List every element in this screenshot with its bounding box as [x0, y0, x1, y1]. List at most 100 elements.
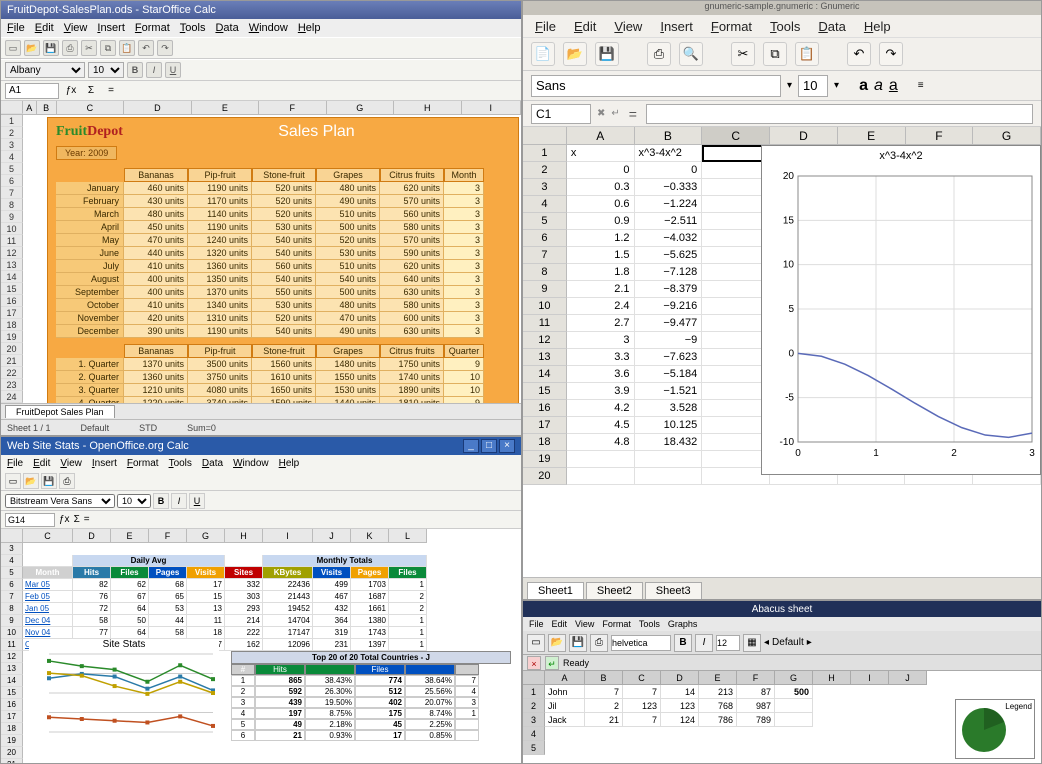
col-header[interactable]: A [567, 127, 635, 145]
redo-icon[interactable]: ↷ [879, 42, 903, 66]
menu-format[interactable]: Format [127, 458, 159, 469]
col-header[interactable]: E [192, 101, 259, 114]
menubar[interactable]: FileEditViewInsertFormatToolsDataWindowH… [1, 455, 521, 471]
row-header[interactable]: 10 [1, 223, 23, 235]
col-header[interactable]: F [906, 127, 974, 145]
menu-insert[interactable]: Insert [92, 458, 117, 469]
standard-toolbar[interactable]: 📄 📂 💾 ⎙ 🔍 ✂ ⧉ 📋 ↶ ↷ [523, 37, 1041, 71]
maximize-icon[interactable]: □ [481, 439, 497, 453]
italic-icon[interactable]: I [695, 634, 713, 652]
col-header[interactable]: B [37, 101, 57, 114]
cut-icon[interactable]: ✂ [81, 40, 97, 56]
sheet-tab[interactable]: Sheet1 [527, 582, 584, 599]
open-icon[interactable]: 📂 [23, 473, 39, 489]
menu-tools[interactable]: Tools [639, 619, 660, 629]
col-header[interactable]: C [23, 529, 73, 543]
fontsize-select[interactable]: 10 [117, 494, 151, 508]
col-header[interactable]: F [259, 101, 326, 114]
col-header[interactable]: D [73, 529, 111, 543]
open-icon[interactable]: 📂 [563, 42, 587, 66]
save-icon[interactable]: 💾 [41, 473, 57, 489]
col-header[interactable]: H [813, 671, 851, 685]
menu-format[interactable]: Format [135, 22, 170, 34]
row-header[interactable]: 13 [1, 259, 23, 271]
sum-icon[interactable]: Σ [74, 514, 80, 525]
formula-input[interactable] [646, 104, 1033, 124]
menu-file[interactable]: File [529, 619, 544, 629]
menu-view[interactable]: View [614, 19, 642, 34]
row-header[interactable]: 20 [1, 343, 23, 355]
bold-icon[interactable]: B [674, 634, 692, 652]
menu-data[interactable]: Data [818, 19, 845, 34]
pie-chart[interactable]: Legend [955, 699, 1035, 759]
new-icon[interactable]: 📄 [531, 42, 555, 66]
bold-icon[interactable]: B [127, 62, 143, 78]
col-header[interactable]: C [57, 101, 124, 114]
row-header[interactable]: 19 [1, 331, 23, 343]
col-header[interactable]: E [838, 127, 906, 145]
menu-edit[interactable]: Edit [35, 22, 54, 34]
italic-icon[interactable]: I [146, 62, 162, 78]
fontsize-select[interactable] [798, 75, 828, 97]
menu-help[interactable]: Help [864, 19, 891, 34]
row-header[interactable]: 2 [1, 127, 23, 139]
format-toolbar[interactable]: Albany 10 B I U [1, 59, 521, 81]
col-header[interactable]: C [623, 671, 661, 685]
fx-icon[interactable]: ƒx [63, 85, 79, 96]
row-header[interactable]: 6 [1, 175, 23, 187]
row-header[interactable]: 4 [1, 151, 23, 163]
row-header[interactable]: 17 [1, 307, 23, 319]
spreadsheet-grid[interactable]: ABCDEFGHI 123456789101112131415161718192… [1, 101, 521, 403]
row-header[interactable]: 9 [1, 211, 23, 223]
row-header[interactable]: 22 [1, 367, 23, 379]
menubar[interactable]: FileEditViewInsertFormatToolsDataHelp [523, 15, 1041, 37]
cell-reference[interactable] [5, 83, 59, 99]
sheet-tabs[interactable]: FruitDepot Sales Plan [1, 403, 521, 419]
menu-data[interactable]: Data [202, 458, 223, 469]
menu-edit[interactable]: Edit [574, 19, 596, 34]
row-header[interactable]: 3 [1, 139, 23, 151]
spreadsheet-grid[interactable]: CDEFGHIJKL 34Daily AvgMonthly Totals5Mon… [1, 529, 521, 763]
dropdown-icon[interactable]: ▾ [834, 80, 839, 91]
col-header[interactable]: A [545, 671, 585, 685]
row-header[interactable]: 24 [1, 391, 23, 403]
menu-format[interactable]: Format [711, 19, 752, 34]
redo-icon[interactable]: ↷ [157, 40, 173, 56]
col-header[interactable]: G [775, 671, 813, 685]
font-select[interactable] [611, 635, 671, 651]
bold-icon[interactable]: a [859, 77, 868, 95]
col-header[interactable]: B [635, 127, 703, 145]
menu-file[interactable]: File [7, 22, 25, 34]
open-icon[interactable]: 📂 [548, 634, 566, 652]
preview-icon[interactable]: 🔍 [679, 42, 703, 66]
row-header[interactable]: 23 [1, 379, 23, 391]
chart[interactable]: x^3-4x^2 -10-5051015200123 [761, 145, 1041, 475]
col-header[interactable]: D [124, 101, 191, 114]
menu-file[interactable]: File [7, 458, 23, 469]
fontsize-select[interactable]: 10 [88, 62, 124, 78]
sheet-tab[interactable]: FruitDepot Sales Plan [5, 405, 115, 418]
menu-graphs[interactable]: Graphs [668, 619, 698, 629]
menu-window[interactable]: Window [249, 22, 288, 34]
col-header[interactable]: B [585, 671, 623, 685]
row-header[interactable]: 18 [1, 319, 23, 331]
menu-tools[interactable]: Tools [169, 458, 192, 469]
font-select[interactable]: Albany [5, 62, 85, 78]
row-header[interactable]: 8 [1, 199, 23, 211]
print-icon[interactable]: ⎙ [62, 40, 78, 56]
input-bar[interactable]: × ↵ Ready [523, 655, 1041, 671]
font-select[interactable]: Bitstream Vera Sans [5, 494, 115, 508]
menu-view[interactable]: View [64, 22, 88, 34]
font-select[interactable] [531, 75, 781, 97]
col-header[interactable]: G [973, 127, 1041, 145]
format-toolbar[interactable]: Bitstream Vera Sans 10 B I U [1, 491, 521, 511]
sheet-tabs[interactable]: Sheet1Sheet2Sheet3 [523, 577, 1041, 599]
new-icon[interactable]: ▭ [5, 473, 21, 489]
row-header[interactable]: 21 [1, 355, 23, 367]
dropdown-icon[interactable]: ▾ [787, 80, 792, 91]
sum-icon[interactable]: Σ [83, 85, 99, 96]
print-icon[interactable]: ⎙ [59, 473, 75, 489]
menu-view[interactable]: View [575, 619, 594, 629]
col-header[interactable]: H [225, 529, 263, 543]
paste-icon[interactable]: 📋 [795, 42, 819, 66]
